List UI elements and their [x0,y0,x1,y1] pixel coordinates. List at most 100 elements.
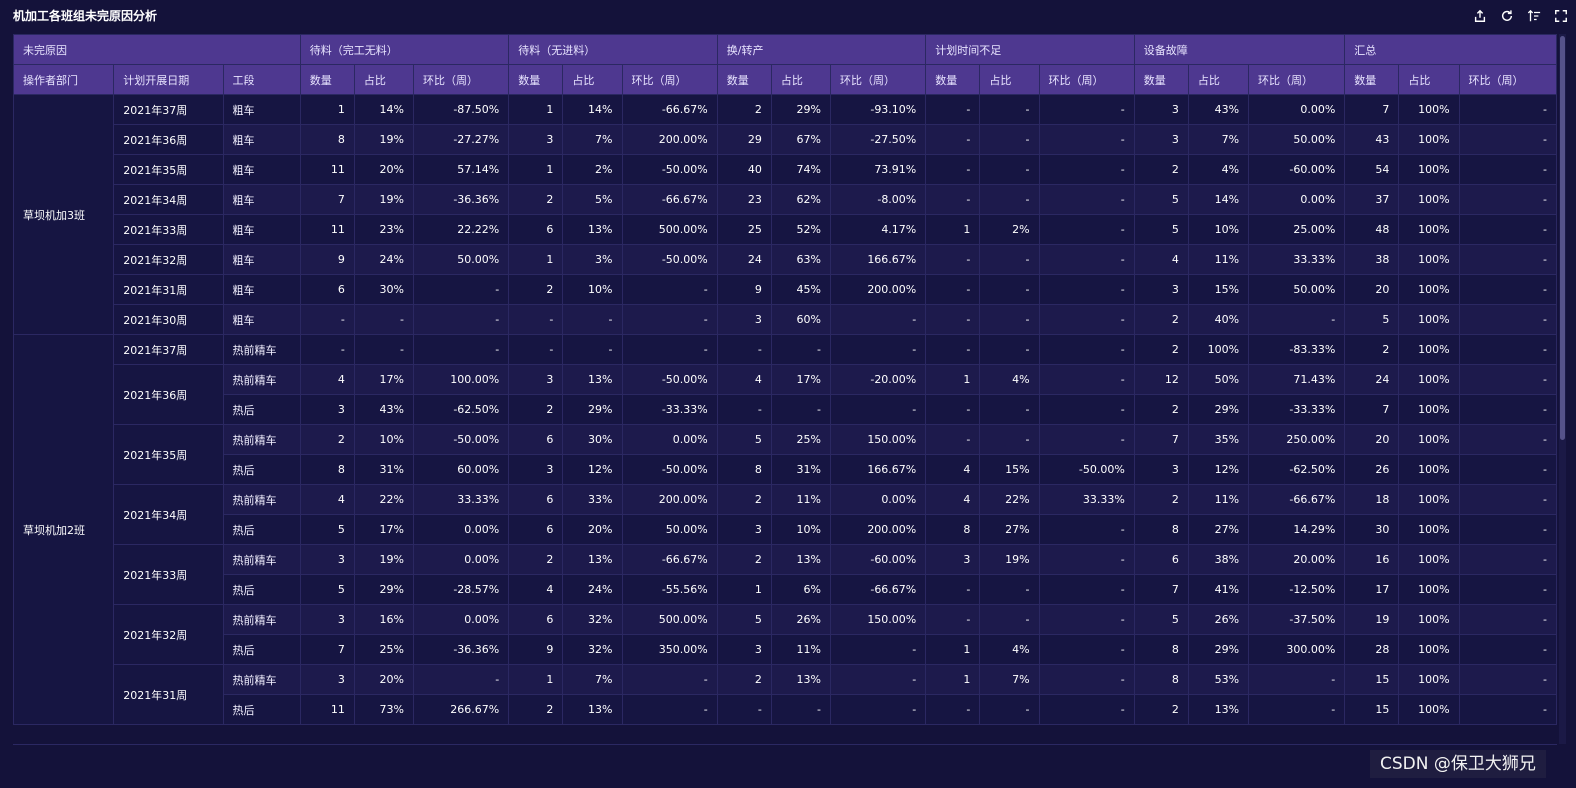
value-cell: 0.00% [1248,184,1346,215]
table-row: 热后 5 29% -28.57% 4 24% -55.56% 1 6% -66.67% - - -7 41… [14,574,1557,605]
value-cell: 20 [1344,424,1400,455]
export-button[interactable] [1470,6,1489,25]
value-cell: 19% [353,184,414,215]
value-cell: 0.00% [621,424,718,455]
header-metric[interactable]: 数量 [716,64,772,95]
stage-cell: 热前精车 [222,424,301,455]
table-body: 草坝机加3班 2021年37周 粗车 1 14% -87.50% 1 14% -66.67% 2 2… [13,94,1557,725]
value-cell: 32% [562,604,623,635]
value-cell: 11% [770,484,832,515]
header-corner: 未完原因 [13,34,301,65]
value-cell: 20% [353,664,414,695]
header-metric[interactable]: 数量 [299,64,355,95]
value-cell: 250.00% [1248,424,1346,455]
value-cell: 100% [1398,544,1460,575]
value-cell: - [1458,184,1557,215]
value-cell: - [1458,154,1557,185]
value-cell: 24 [1344,364,1400,395]
header-group: 待料（完工无料） [299,34,510,65]
header-metric[interactable]: 占比 [1187,64,1250,95]
sort-button[interactable] [1524,6,1543,25]
value-cell: 5 [716,424,772,455]
value-cell: 60% [770,304,832,335]
value-cell: 100% [1398,634,1460,665]
value-cell: 32% [562,634,623,665]
value-cell: 33.33% [412,484,510,515]
value-cell: 2 [1133,154,1189,185]
value-cell: - [1038,244,1135,275]
value-cell: - [925,274,981,305]
value-cell: 0.00% [412,544,510,575]
header-metric[interactable]: 环比（周） [829,64,927,95]
header-metric[interactable]: 占比 [1398,64,1460,95]
header-metric[interactable]: 数量 [925,64,981,95]
header-metric[interactable]: 占比 [979,64,1040,95]
week-cell: 2021年32周 [113,604,224,665]
value-cell: 6% [770,574,832,605]
header-dim[interactable]: 计划开展日期 [113,64,224,95]
header-metric[interactable]: 环比（周） [1038,64,1135,95]
header-metric[interactable]: 环比（周） [1248,64,1346,95]
value-cell: 40 [716,154,772,185]
value-cell: - [829,664,927,695]
value-cell: -62.50% [1248,454,1346,485]
value-cell: 26% [1187,604,1250,635]
value-cell: 19% [353,124,414,155]
header-metric[interactable]: 环比（周） [1458,64,1557,95]
value-cell: -87.50% [412,94,510,125]
header-metric[interactable]: 占比 [353,64,414,95]
value-cell: 50.00% [1248,274,1346,305]
stage-cell: 热后 [222,634,301,665]
value-cell: - [1458,394,1557,425]
value-cell: 73% [353,694,414,725]
refresh-button[interactable] [1497,6,1516,25]
value-cell: 11% [1187,244,1250,275]
value-cell: - [1458,364,1557,395]
fullscreen-button[interactable] [1551,6,1570,25]
header-dim[interactable]: 操作者部门 [13,64,115,95]
value-cell: - [1458,544,1557,575]
analysis-panel: 机加工各班组未完原因分析 未完原因 待料（完工无料） 待料（无进料） 换/转产 … [0,0,1576,788]
value-cell: - [829,304,927,335]
value-cell: - [1038,154,1135,185]
header-metric[interactable]: 数量 [1133,64,1189,95]
stage-cell: 粗车 [222,274,301,305]
table-row: 热后 7 25% -36.36% 9 32% 350.00% 3 11% -1 4% -8 29% 300… [14,634,1557,665]
value-cell: 5% [562,184,623,215]
value-cell: 2 [508,184,564,215]
value-cell: 12 [1133,364,1189,395]
value-cell: - [621,664,718,695]
value-cell: - [925,694,981,725]
value-cell: 8 [299,124,355,155]
value-cell: - [1038,304,1135,335]
header-metric[interactable]: 环比（周） [412,64,510,95]
value-cell: 10% [353,424,414,455]
value-cell: -60.00% [829,544,927,575]
value-cell: 3 [1133,94,1189,125]
value-cell: 0.00% [412,604,510,635]
week-cell: 2021年36周 [113,364,224,425]
value-cell: 40% [1187,304,1250,335]
header-metric[interactable]: 环比（周） [621,64,718,95]
value-cell: 25% [353,634,414,665]
value-cell: 53% [1187,664,1250,695]
header-dim[interactable]: 工段 [222,64,301,95]
value-cell: - [299,304,355,335]
header-metric[interactable]: 数量 [1344,64,1400,95]
value-cell: 2 [508,274,564,305]
value-cell: - [1458,244,1557,275]
value-cell: 100% [1398,454,1460,485]
vertical-scrollbar-thumb[interactable] [1560,36,1565,440]
value-cell: - [979,424,1040,455]
header-metric[interactable]: 占比 [770,64,832,95]
value-cell: 1 [925,664,981,695]
header-metric[interactable]: 数量 [508,64,564,95]
data-table-container[interactable]: 未完原因 待料（完工无料） 待料（无进料） 换/转产 计划时间不足 设备故障 汇总 操作者部… [13,34,1557,738]
value-cell: 3 [299,394,355,425]
value-cell: -50.00% [621,364,718,395]
value-cell: - [1458,424,1557,455]
value-cell: -66.67% [829,574,927,605]
value-cell: 17% [353,514,414,545]
header-metric[interactable]: 占比 [562,64,623,95]
value-cell: 14% [1187,184,1250,215]
